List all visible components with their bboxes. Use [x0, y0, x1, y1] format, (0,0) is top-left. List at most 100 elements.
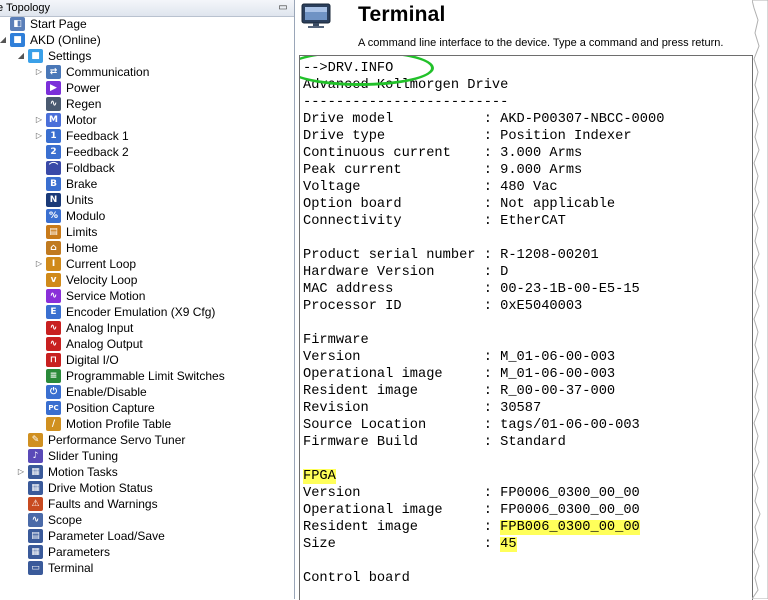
- terminal-output-line: Continuous current : 3.000 Arms: [303, 146, 583, 161]
- expand-toggle-icon[interactable]: ▷: [34, 256, 44, 272]
- terminal-output-line: Advanced Kollmorgen Drive: [303, 78, 509, 93]
- terminal-output-line: Version : M_01-06-00-003: [303, 350, 616, 365]
- sidebar-item-label: Feedback 1: [66, 129, 129, 143]
- sidebar-item-label: Performance Servo Tuner: [48, 433, 186, 447]
- position-capture-icon: PC: [46, 401, 61, 415]
- terminal-output-line: Version : FP0006_0300_00_00: [303, 486, 640, 501]
- expand-toggle-icon[interactable]: ◢: [16, 48, 26, 64]
- pin-icon[interactable]: ▭: [276, 0, 290, 16]
- motion-tasks-icon: ▦: [28, 465, 43, 479]
- home-icon: ⌂: [46, 241, 61, 255]
- units-icon: N: [46, 193, 61, 207]
- terminal-output-line: Peak current : 9.000 Arms: [303, 163, 583, 178]
- output-key: Resident image :: [303, 520, 501, 535]
- sidebar-item-label: Communication: [66, 65, 150, 79]
- sidebar-item-label: Motion Tasks: [48, 465, 118, 479]
- drive-cube-icon: ■: [10, 33, 25, 47]
- start-page-icon: ◧: [10, 17, 25, 31]
- sidebar-item-label: Enable/Disable: [66, 385, 147, 399]
- terminal-output-line: Operational image : M_01-06-00-003: [303, 367, 616, 382]
- terminal-output-line: Size : 45: [303, 536, 517, 553]
- terminal-output-line: Firmware Build : Standard: [303, 435, 566, 450]
- expand-toggle-icon[interactable]: ▷: [34, 64, 44, 80]
- sidebar-item-label: Analog Input: [66, 321, 134, 335]
- terminal-output-line: Voltage : 480 Vac: [303, 180, 558, 195]
- expand-toggle-icon[interactable]: ▷: [16, 464, 26, 480]
- sidebar-item-label: Terminal: [48, 561, 94, 575]
- terminal-output-line: Revision : 30587: [303, 401, 542, 416]
- faults-warnings-icon: ⚠: [28, 497, 43, 511]
- computer-monitor-icon: [301, 3, 331, 28]
- limits-icon: ▤: [46, 225, 61, 239]
- sidebar-item-label: Service Motion: [66, 289, 146, 303]
- sidebar-item-label: Foldback: [66, 161, 115, 175]
- expand-toggle-icon[interactable]: ▷: [34, 128, 44, 144]
- sidebar-item-label: Scope: [48, 513, 83, 527]
- terminal-output-line: Firmware: [303, 333, 369, 348]
- servo-tuner-icon: ✎: [28, 433, 43, 447]
- sidebar-item-label: Motor: [66, 113, 97, 127]
- sidebar-item-label: AKD (Online): [30, 33, 101, 47]
- sidebar-item-label: Parameters: [48, 545, 111, 559]
- sidebar-item-label: Parameter Load/Save: [48, 529, 165, 543]
- sidebar-item-label: Faults and Warnings: [48, 497, 158, 511]
- topology-panel-header: e Topology ▭: [0, 0, 294, 17]
- sidebar-item-label: Brake: [66, 177, 98, 191]
- terminal-console[interactable]: -->DRV.INFO Advanced Kollmorgen Drive ----…: [299, 55, 753, 600]
- power-arrow-icon: ▶: [46, 81, 61, 95]
- encoder-emulation-icon: E: [46, 305, 61, 319]
- terminal-command-line: -->DRV.INFO: [303, 61, 394, 76]
- analog-output-icon: ∿: [46, 337, 61, 351]
- terminal-output-line: Connectivity : EtherCAT: [303, 214, 566, 229]
- sidebar-item-label: Limits: [66, 225, 98, 239]
- expand-toggle-icon[interactable]: ◢: [0, 32, 8, 48]
- highlighted-text: FPGA: [303, 469, 336, 484]
- expand-toggle-icon[interactable]: ▷: [34, 112, 44, 128]
- terminal-output-line: Resident image : R_00-00-37-000: [303, 384, 616, 399]
- terminal-output-line: Source Location : tags/01-06-00-003: [303, 418, 640, 433]
- torn-edge-decoration: [752, 0, 768, 599]
- communication-icon: ⇄: [46, 65, 61, 79]
- limit-switches-icon: ≡: [46, 369, 61, 383]
- sidebar-item-label: Programmable Limit Switches: [66, 369, 225, 383]
- motion-status-icon: ▦: [28, 481, 43, 495]
- modulo-icon: %: [46, 209, 61, 223]
- terminal-output-line: Processor ID : 0xE5040003: [303, 299, 583, 314]
- sidebar-item-label: Home: [66, 241, 99, 255]
- slider-tuning-icon: ♪: [28, 449, 43, 463]
- terminal-output-line: Hardware Version : D: [303, 265, 509, 280]
- sidebar-item-label: Regen: [66, 97, 102, 111]
- terminal-output-line: Product serial number : R-1208-00201: [303, 248, 599, 263]
- settings-cube-icon: ■: [28, 49, 43, 63]
- terminal-output-line: -------------------------: [303, 95, 509, 110]
- terminal-output-line: Drive type : Position Indexer: [303, 129, 632, 144]
- motor-icon: M: [46, 113, 61, 127]
- terminal-output-line: Operational image : FP0006_0300_00_00: [303, 503, 640, 518]
- terminal-output-line: Option board : Not applicable: [303, 197, 616, 212]
- feedback1-icon: 1: [46, 129, 61, 143]
- terminal-output-line: FPGA: [303, 468, 336, 485]
- highlighted-value: FPB006_0300_00_00: [500, 520, 640, 535]
- highlighted-value: 45: [500, 537, 517, 552]
- sidebar-item-label: Settings: [48, 49, 92, 63]
- terminal-output-line: Resident image : FPB006_0300_00_00: [303, 519, 640, 536]
- digital-io-icon: ⊓: [46, 353, 61, 367]
